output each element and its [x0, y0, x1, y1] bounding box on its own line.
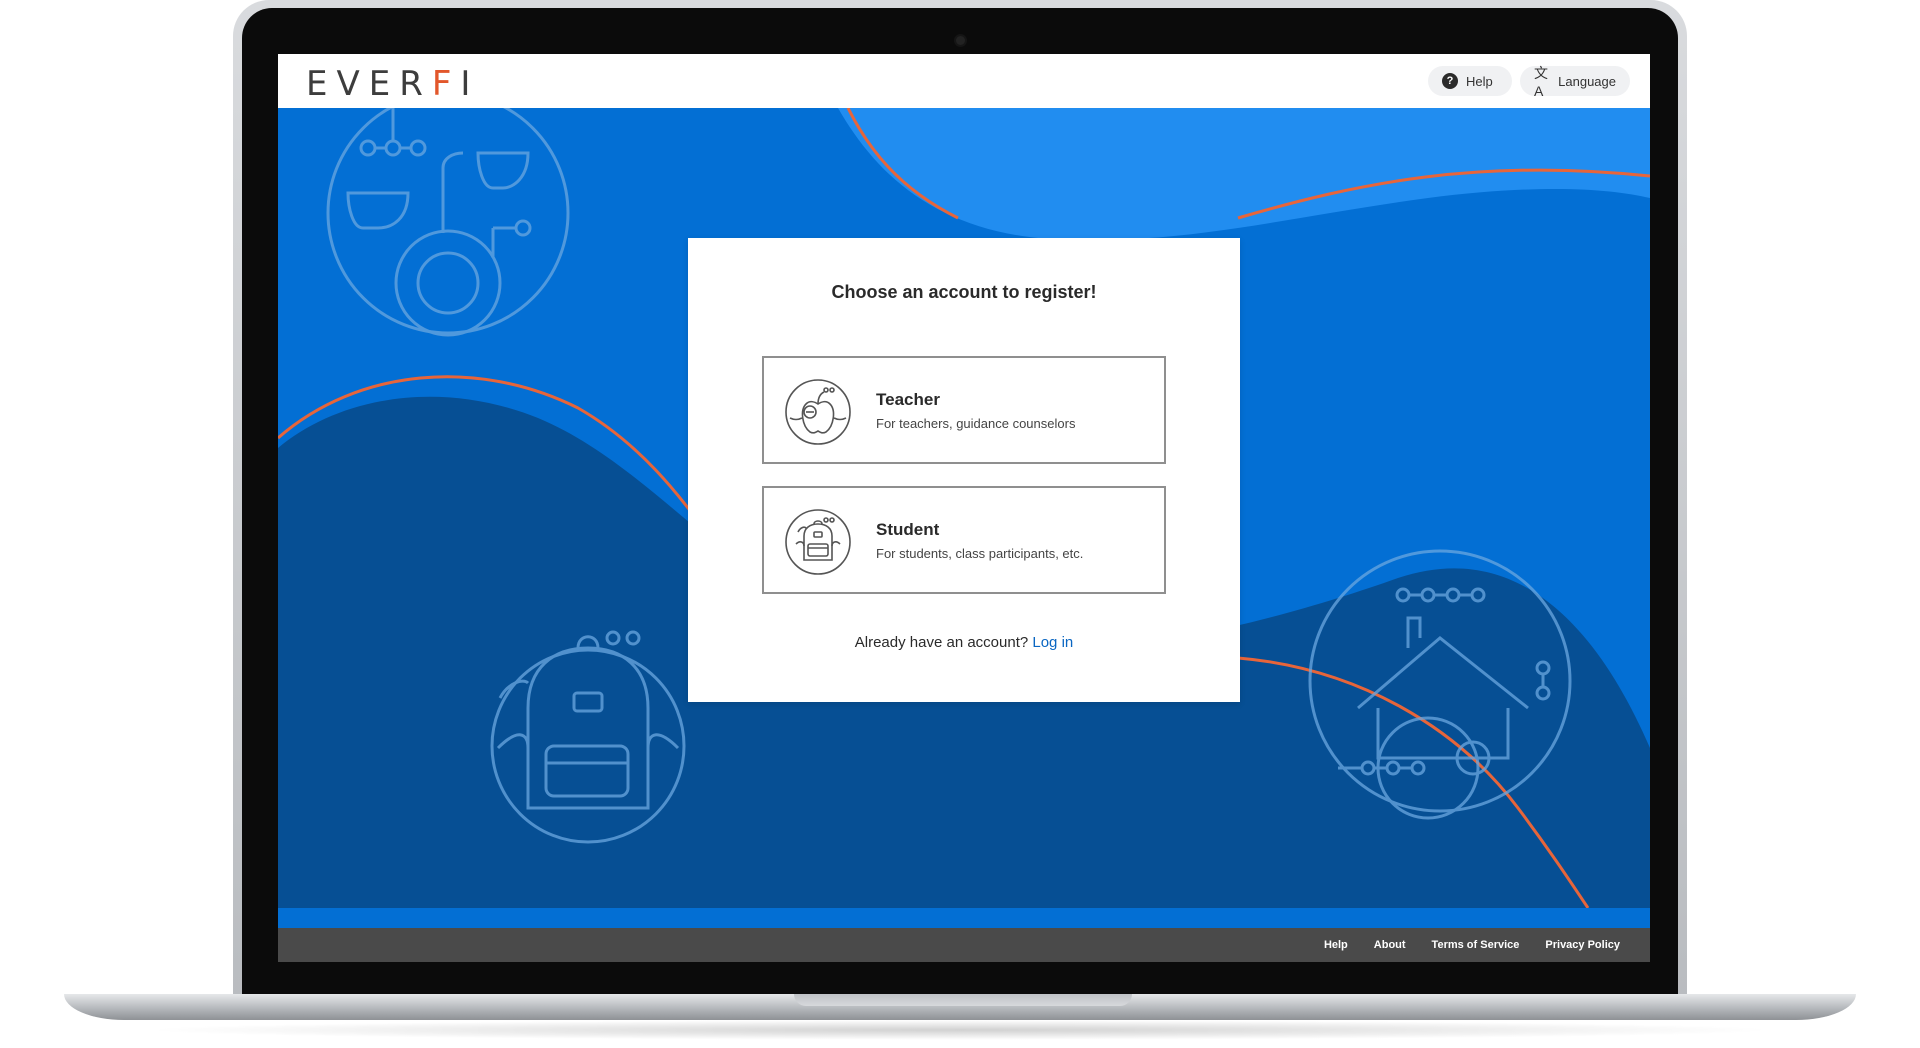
- card-title: Choose an account to register!: [831, 282, 1097, 302]
- language-button-label: Language: [1558, 73, 1616, 89]
- laptop-base-notch: [794, 994, 1132, 1006]
- question-mark-icon: ?: [1442, 73, 1458, 89]
- teacher-option-title: Teacher: [876, 390, 940, 409]
- footer-bar: Help About Terms of Service Privacy Poli…: [278, 928, 1650, 962]
- footer-about-link[interactable]: About: [1374, 939, 1406, 951]
- student-option-button[interactable]: Student For students, class participants…: [762, 486, 1166, 594]
- login-prompt-text: Already have an account?: [854, 634, 1029, 651]
- logo-text-ever: EVER: [306, 64, 432, 104]
- top-navigation-bar: EVERFI ? Help 文A Language: [278, 54, 1650, 108]
- student-option-description: For students, class participants, etc.: [876, 546, 1084, 561]
- student-option-title: Student: [876, 520, 940, 539]
- footer-terms-link[interactable]: Terms of Service: [1432, 939, 1520, 951]
- translate-icon: 文A: [1534, 65, 1548, 99]
- browser-screen: EVERFI ? Help 文A Language Choose an acco…: [278, 54, 1650, 962]
- apple-icon: [785, 379, 851, 445]
- footer-privacy-link[interactable]: Privacy Policy: [1545, 939, 1620, 951]
- webcam: [956, 36, 965, 45]
- logo-text-f: F: [431, 64, 461, 104]
- laptop-shadow: [140, 1020, 1780, 1040]
- register-card: Choose an account to register! Teacher F…: [688, 238, 1240, 702]
- language-button[interactable]: 文A Language: [1520, 65, 1630, 99]
- login-prompt: Already have an account? Log in: [688, 634, 1240, 651]
- logo-text-i: I: [460, 64, 480, 104]
- footer-links: Help About Terms of Service Privacy Poli…: [1324, 928, 1620, 962]
- backpack-icon: [785, 509, 851, 575]
- footer-help-link[interactable]: Help: [1324, 939, 1348, 951]
- login-link[interactable]: Log in: [1032, 634, 1073, 651]
- teacher-option-description: For teachers, guidance counselors: [876, 416, 1076, 431]
- teacher-option-button[interactable]: Teacher For teachers, guidance counselor…: [762, 356, 1166, 464]
- help-button[interactable]: ? Help: [1428, 66, 1512, 96]
- everfi-logo[interactable]: EVERFI: [306, 64, 479, 104]
- help-button-label: Help: [1466, 73, 1493, 89]
